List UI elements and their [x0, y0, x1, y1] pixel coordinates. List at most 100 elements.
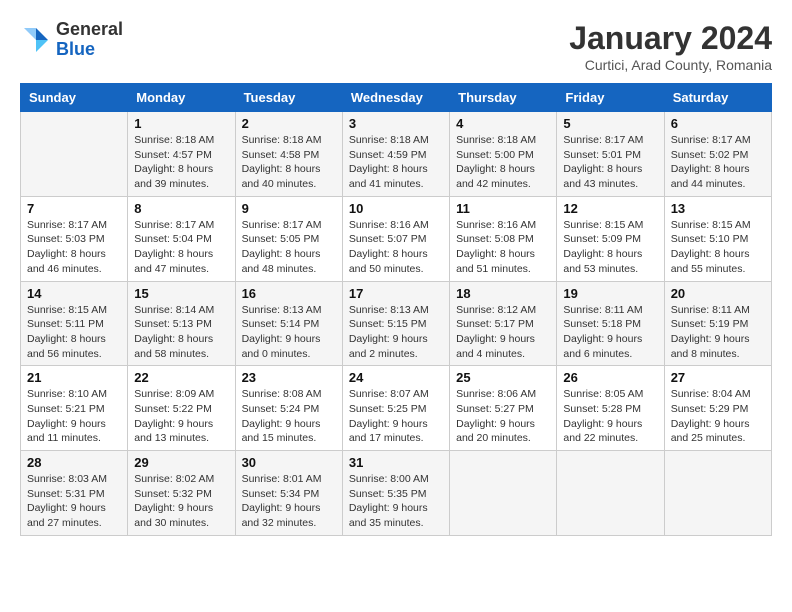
- day-cell: 25 Sunrise: 8:06 AM Sunset: 5:27 PM Dayli…: [450, 366, 557, 451]
- week-row-3: 14 Sunrise: 8:15 AM Sunset: 5:11 PM Dayli…: [21, 281, 772, 366]
- day-number: 6: [671, 116, 765, 131]
- day-info: Sunrise: 8:11 AM Sunset: 5:19 PM Dayligh…: [671, 303, 765, 362]
- day-number: 22: [134, 370, 228, 385]
- header-cell-thursday: Thursday: [450, 84, 557, 112]
- day-info: Sunrise: 8:18 AM Sunset: 4:58 PM Dayligh…: [242, 133, 336, 192]
- day-number: 19: [563, 286, 657, 301]
- day-cell: 24 Sunrise: 8:07 AM Sunset: 5:25 PM Dayli…: [342, 366, 449, 451]
- day-cell: 10 Sunrise: 8:16 AM Sunset: 5:07 PM Dayli…: [342, 196, 449, 281]
- page-header: General Blue January 2024 Curtici, Arad …: [20, 20, 772, 73]
- day-number: 8: [134, 201, 228, 216]
- day-number: 20: [671, 286, 765, 301]
- day-number: 4: [456, 116, 550, 131]
- title-area: January 2024 Curtici, Arad County, Roman…: [569, 20, 772, 73]
- day-cell: 21 Sunrise: 8:10 AM Sunset: 5:21 PM Dayli…: [21, 366, 128, 451]
- day-number: 29: [134, 455, 228, 470]
- day-number: 3: [349, 116, 443, 131]
- day-info: Sunrise: 8:07 AM Sunset: 5:25 PM Dayligh…: [349, 387, 443, 446]
- day-info: Sunrise: 8:18 AM Sunset: 4:57 PM Dayligh…: [134, 133, 228, 192]
- header-cell-monday: Monday: [128, 84, 235, 112]
- calendar-body: 1 Sunrise: 8:18 AM Sunset: 4:57 PM Daylig…: [21, 112, 772, 536]
- day-cell: 28 Sunrise: 8:03 AM Sunset: 5:31 PM Dayli…: [21, 451, 128, 536]
- day-cell: 13 Sunrise: 8:15 AM Sunset: 5:10 PM Dayli…: [664, 196, 771, 281]
- week-row-2: 7Sunrise: 8:17 AM Sunset: 5:03 PM Daylig…: [21, 196, 772, 281]
- day-cell: 12Sunrise: 8:15 AM Sunset: 5:09 PM Dayli…: [557, 196, 664, 281]
- logo: General Blue: [20, 20, 123, 60]
- calendar-subtitle: Curtici, Arad County, Romania: [569, 57, 772, 73]
- day-info: Sunrise: 8:16 AM Sunset: 5:07 PM Dayligh…: [349, 218, 443, 277]
- day-number: 31: [349, 455, 443, 470]
- day-cell: 31 Sunrise: 8:00 AM Sunset: 5:35 PM Dayli…: [342, 451, 449, 536]
- day-number: 24: [349, 370, 443, 385]
- calendar-table: SundayMondayTuesdayWednesdayThursdayFrid…: [20, 83, 772, 536]
- header-cell-wednesday: Wednesday: [342, 84, 449, 112]
- day-info: Sunrise: 8:03 AM Sunset: 5:31 PM Dayligh…: [27, 472, 121, 531]
- day-number: 13: [671, 201, 765, 216]
- day-info: Sunrise: 8:17 AM Sunset: 5:02 PM Dayligh…: [671, 133, 765, 192]
- calendar-header: SundayMondayTuesdayWednesdayThursdayFrid…: [21, 84, 772, 112]
- day-info: Sunrise: 8:00 AM Sunset: 5:35 PM Dayligh…: [349, 472, 443, 531]
- day-number: 21: [27, 370, 121, 385]
- day-number: 9: [242, 201, 336, 216]
- logo-text: General Blue: [56, 20, 123, 60]
- day-number: 15: [134, 286, 228, 301]
- day-cell: 26Sunrise: 8:05 AM Sunset: 5:28 PM Dayli…: [557, 366, 664, 451]
- day-info: Sunrise: 8:11 AM Sunset: 5:18 PM Dayligh…: [563, 303, 657, 362]
- day-cell: 2 Sunrise: 8:18 AM Sunset: 4:58 PM Daylig…: [235, 112, 342, 197]
- calendar-title: January 2024: [569, 20, 772, 57]
- logo-icon: [20, 24, 52, 56]
- day-cell: 8 Sunrise: 8:17 AM Sunset: 5:04 PM Daylig…: [128, 196, 235, 281]
- day-number: 18: [456, 286, 550, 301]
- day-info: Sunrise: 8:17 AM Sunset: 5:01 PM Dayligh…: [563, 133, 657, 192]
- day-number: 30: [242, 455, 336, 470]
- day-number: 11: [456, 201, 550, 216]
- day-info: Sunrise: 8:13 AM Sunset: 5:14 PM Dayligh…: [242, 303, 336, 362]
- day-cell: 27Sunrise: 8:04 AM Sunset: 5:29 PM Dayli…: [664, 366, 771, 451]
- day-info: Sunrise: 8:15 AM Sunset: 5:11 PM Dayligh…: [27, 303, 121, 362]
- day-number: 28: [27, 455, 121, 470]
- day-cell: 29Sunrise: 8:02 AM Sunset: 5:32 PM Dayli…: [128, 451, 235, 536]
- day-cell: 4 Sunrise: 8:18 AM Sunset: 5:00 PM Daylig…: [450, 112, 557, 197]
- day-info: Sunrise: 8:09 AM Sunset: 5:22 PM Dayligh…: [134, 387, 228, 446]
- day-info: Sunrise: 8:13 AM Sunset: 5:15 PM Dayligh…: [349, 303, 443, 362]
- day-cell: 30 Sunrise: 8:01 AM Sunset: 5:34 PM Dayli…: [235, 451, 342, 536]
- day-cell: 7Sunrise: 8:17 AM Sunset: 5:03 PM Daylig…: [21, 196, 128, 281]
- day-cell: [21, 112, 128, 197]
- day-info: Sunrise: 8:05 AM Sunset: 5:28 PM Dayligh…: [563, 387, 657, 446]
- day-cell: 16Sunrise: 8:13 AM Sunset: 5:14 PM Dayli…: [235, 281, 342, 366]
- day-cell: 3Sunrise: 8:18 AM Sunset: 4:59 PM Daylig…: [342, 112, 449, 197]
- day-cell: 15 Sunrise: 8:14 AM Sunset: 5:13 PM Dayli…: [128, 281, 235, 366]
- day-cell: [557, 451, 664, 536]
- day-number: 25: [456, 370, 550, 385]
- day-cell: 18Sunrise: 8:12 AM Sunset: 5:17 PM Dayli…: [450, 281, 557, 366]
- day-info: Sunrise: 8:15 AM Sunset: 5:10 PM Dayligh…: [671, 218, 765, 277]
- day-info: Sunrise: 8:17 AM Sunset: 5:03 PM Dayligh…: [27, 218, 121, 277]
- day-number: 5: [563, 116, 657, 131]
- day-info: Sunrise: 8:10 AM Sunset: 5:21 PM Dayligh…: [27, 387, 121, 446]
- day-number: 10: [349, 201, 443, 216]
- day-cell: 17 Sunrise: 8:13 AM Sunset: 5:15 PM Dayli…: [342, 281, 449, 366]
- day-info: Sunrise: 8:16 AM Sunset: 5:08 PM Dayligh…: [456, 218, 550, 277]
- day-info: Sunrise: 8:14 AM Sunset: 5:13 PM Dayligh…: [134, 303, 228, 362]
- day-info: Sunrise: 8:06 AM Sunset: 5:27 PM Dayligh…: [456, 387, 550, 446]
- day-info: Sunrise: 8:08 AM Sunset: 5:24 PM Dayligh…: [242, 387, 336, 446]
- week-row-1: 1 Sunrise: 8:18 AM Sunset: 4:57 PM Daylig…: [21, 112, 772, 197]
- day-info: Sunrise: 8:17 AM Sunset: 5:05 PM Dayligh…: [242, 218, 336, 277]
- day-cell: 22 Sunrise: 8:09 AM Sunset: 5:22 PM Dayli…: [128, 366, 235, 451]
- header-cell-tuesday: Tuesday: [235, 84, 342, 112]
- day-info: Sunrise: 8:18 AM Sunset: 5:00 PM Dayligh…: [456, 133, 550, 192]
- day-cell: 9 Sunrise: 8:17 AM Sunset: 5:05 PM Daylig…: [235, 196, 342, 281]
- day-cell: 20 Sunrise: 8:11 AM Sunset: 5:19 PM Dayli…: [664, 281, 771, 366]
- day-info: Sunrise: 8:17 AM Sunset: 5:04 PM Dayligh…: [134, 218, 228, 277]
- day-number: 1: [134, 116, 228, 131]
- day-cell: 14 Sunrise: 8:15 AM Sunset: 5:11 PM Dayli…: [21, 281, 128, 366]
- header-cell-friday: Friday: [557, 84, 664, 112]
- day-number: 17: [349, 286, 443, 301]
- day-number: 14: [27, 286, 121, 301]
- day-cell: 23Sunrise: 8:08 AM Sunset: 5:24 PM Dayli…: [235, 366, 342, 451]
- week-row-4: 21 Sunrise: 8:10 AM Sunset: 5:21 PM Dayli…: [21, 366, 772, 451]
- day-number: 2: [242, 116, 336, 131]
- day-info: Sunrise: 8:01 AM Sunset: 5:34 PM Dayligh…: [242, 472, 336, 531]
- day-cell: [664, 451, 771, 536]
- day-info: Sunrise: 8:15 AM Sunset: 5:09 PM Dayligh…: [563, 218, 657, 277]
